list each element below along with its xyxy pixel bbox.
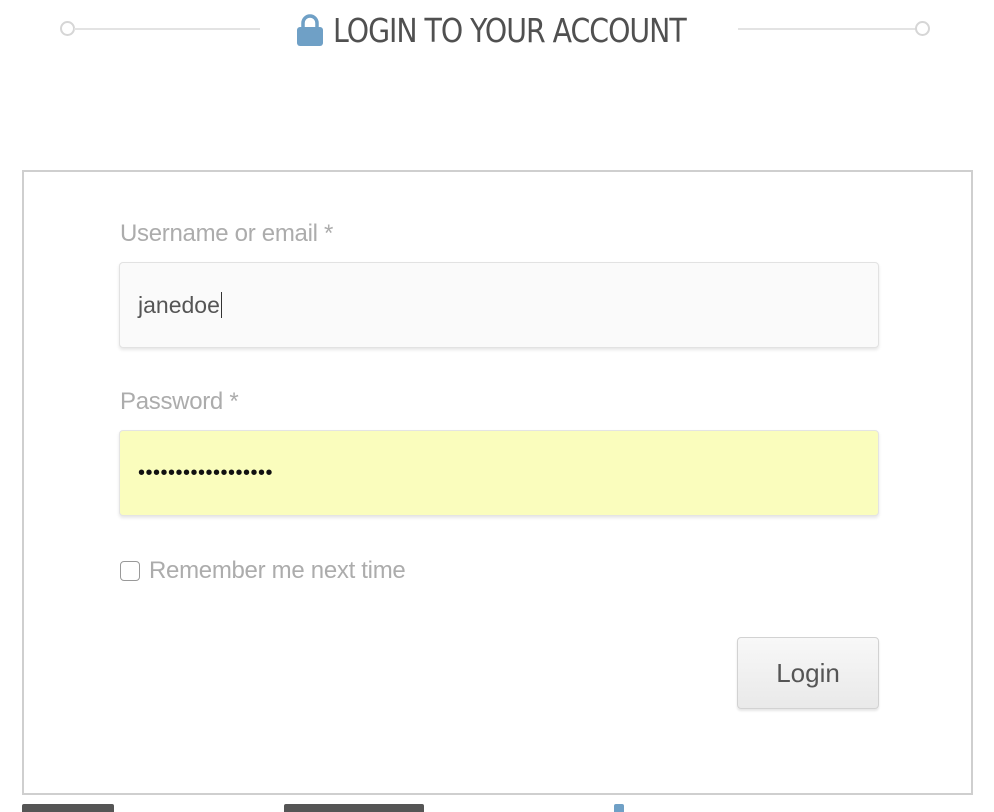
username-value: janedoe <box>138 291 220 318</box>
footer-fragment <box>284 804 424 812</box>
username-label: Username or email * <box>120 220 334 247</box>
password-field[interactable]: •••••••••••••••••• <box>119 430 879 516</box>
remember-me-checkbox[interactable] <box>120 561 140 581</box>
heading-divider-right <box>738 28 916 30</box>
remember-me[interactable]: Remember me next time <box>120 557 406 585</box>
section-heading: LOGIN TO YOUR ACCOUNT <box>0 0 994 60</box>
page-title: LOGIN TO YOUR ACCOUNT <box>333 10 687 50</box>
heading-divider-left <box>74 28 260 30</box>
password-value: •••••••••••••••••• <box>138 461 274 484</box>
lock-icon <box>296 13 324 47</box>
password-label: Password * <box>120 388 239 415</box>
heading-ornament-left-dot <box>60 21 75 36</box>
footer-fragment <box>22 804 114 812</box>
remember-me-label[interactable]: Remember me next time <box>149 557 406 585</box>
heading-ornament-right-dot <box>915 21 930 36</box>
text-caret <box>220 292 222 318</box>
footer-fragment <box>614 804 624 812</box>
cut-off-footer-text <box>22 800 973 812</box>
login-form: Username or email * janedoe Password * •… <box>22 170 973 795</box>
username-field[interactable]: janedoe <box>119 262 879 348</box>
login-button[interactable]: Login <box>737 637 879 709</box>
heading-title-wrap: LOGIN TO YOUR ACCOUNT <box>296 8 743 52</box>
